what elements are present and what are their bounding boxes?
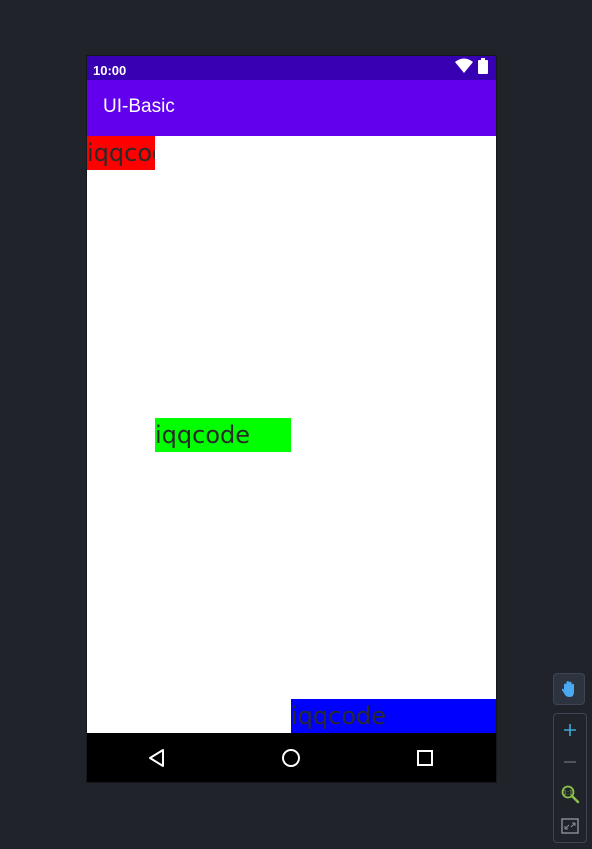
navigation-bar [87,733,496,782]
app-bar: UI-Basic [87,80,496,136]
zoom-actual-icon[interactable]: 1:1 [554,778,586,810]
device-frame: 10:00 UI-Basic iqqcode iqqc [87,56,496,782]
status-bar: 10:00 [87,56,496,80]
home-icon[interactable] [278,745,304,771]
status-icons [454,58,488,78]
battery-icon [478,58,488,78]
recents-icon[interactable] [412,745,438,771]
zoom-toolbar: 1:1 [553,673,587,843]
app-title: UI-Basic [103,96,175,117]
zoom-fit-icon[interactable] [554,810,586,842]
svg-text:1:1: 1:1 [563,790,573,797]
text-view-blue: iqqcode [291,699,496,733]
back-icon[interactable] [144,745,170,771]
zoom-out-icon[interactable] [554,746,586,778]
wifi-icon [454,58,474,78]
pan-icon[interactable] [553,673,585,705]
text-view-green: iqqcode [155,418,291,452]
content-area: iqqcode iqqcode iqqcode [87,136,496,733]
zoom-controls: 1:1 [553,713,587,843]
layout-preview-canvas: Default (Current File) 10:00 UI-Ba [0,0,592,849]
status-time: 10:00 [93,63,127,78]
zoom-in-icon[interactable] [554,714,586,746]
text-view-red: iqqcode [87,136,155,170]
